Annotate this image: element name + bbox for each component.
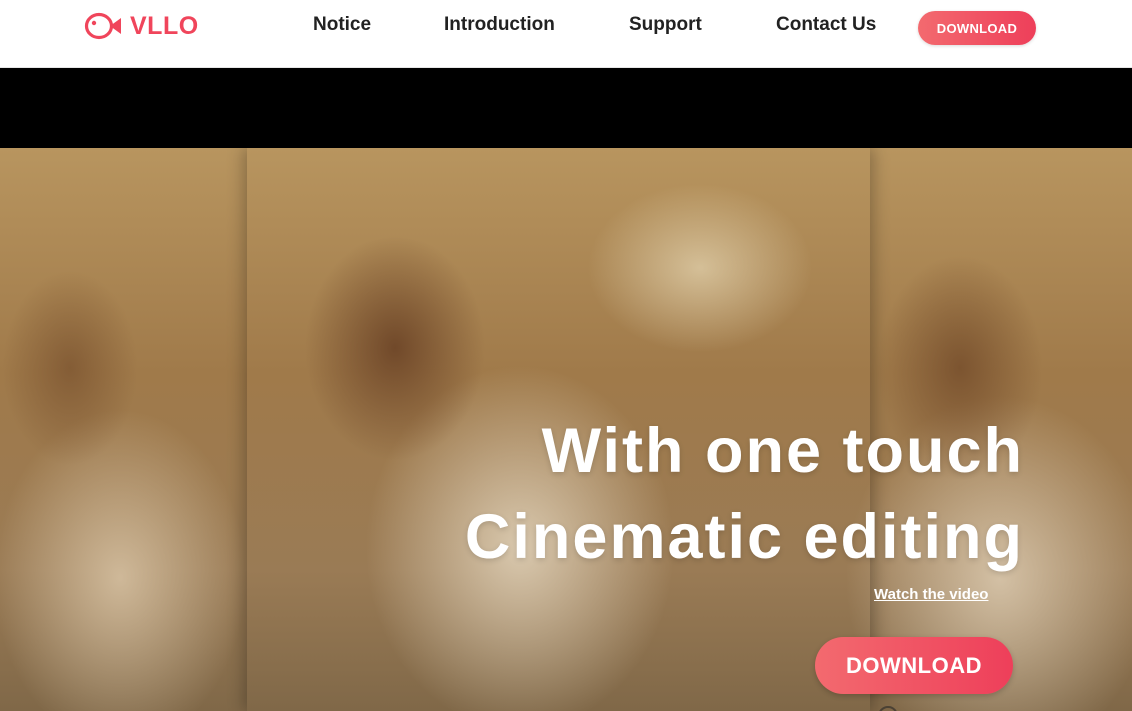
hero-headline: With one touch Cinematic editing [465,408,1024,580]
headline-line-2: Cinematic editing [464,502,1024,572]
watch-video-link[interactable]: Watch the video [874,586,988,603]
fish-icon [84,11,124,41]
headline-line-1: With one touch [541,416,1024,486]
nav-introduction[interactable]: Introduction [444,12,555,38]
site-header: VLLO Notice Introduction Support Contact… [0,0,1132,68]
hero-section: With one touch Cinematic editing Watch t… [0,68,1132,711]
logo[interactable]: VLLO [84,10,199,42]
header-download-button[interactable]: DOWNLOAD [918,11,1036,45]
nav-contact-us[interactable]: Contact Us [776,12,876,38]
nav-support[interactable]: Support [629,12,702,38]
hero-download-button[interactable]: DOWNLOAD [815,637,1013,694]
nav-notice[interactable]: Notice [313,12,371,38]
logo-text: VLLO [130,11,199,40]
